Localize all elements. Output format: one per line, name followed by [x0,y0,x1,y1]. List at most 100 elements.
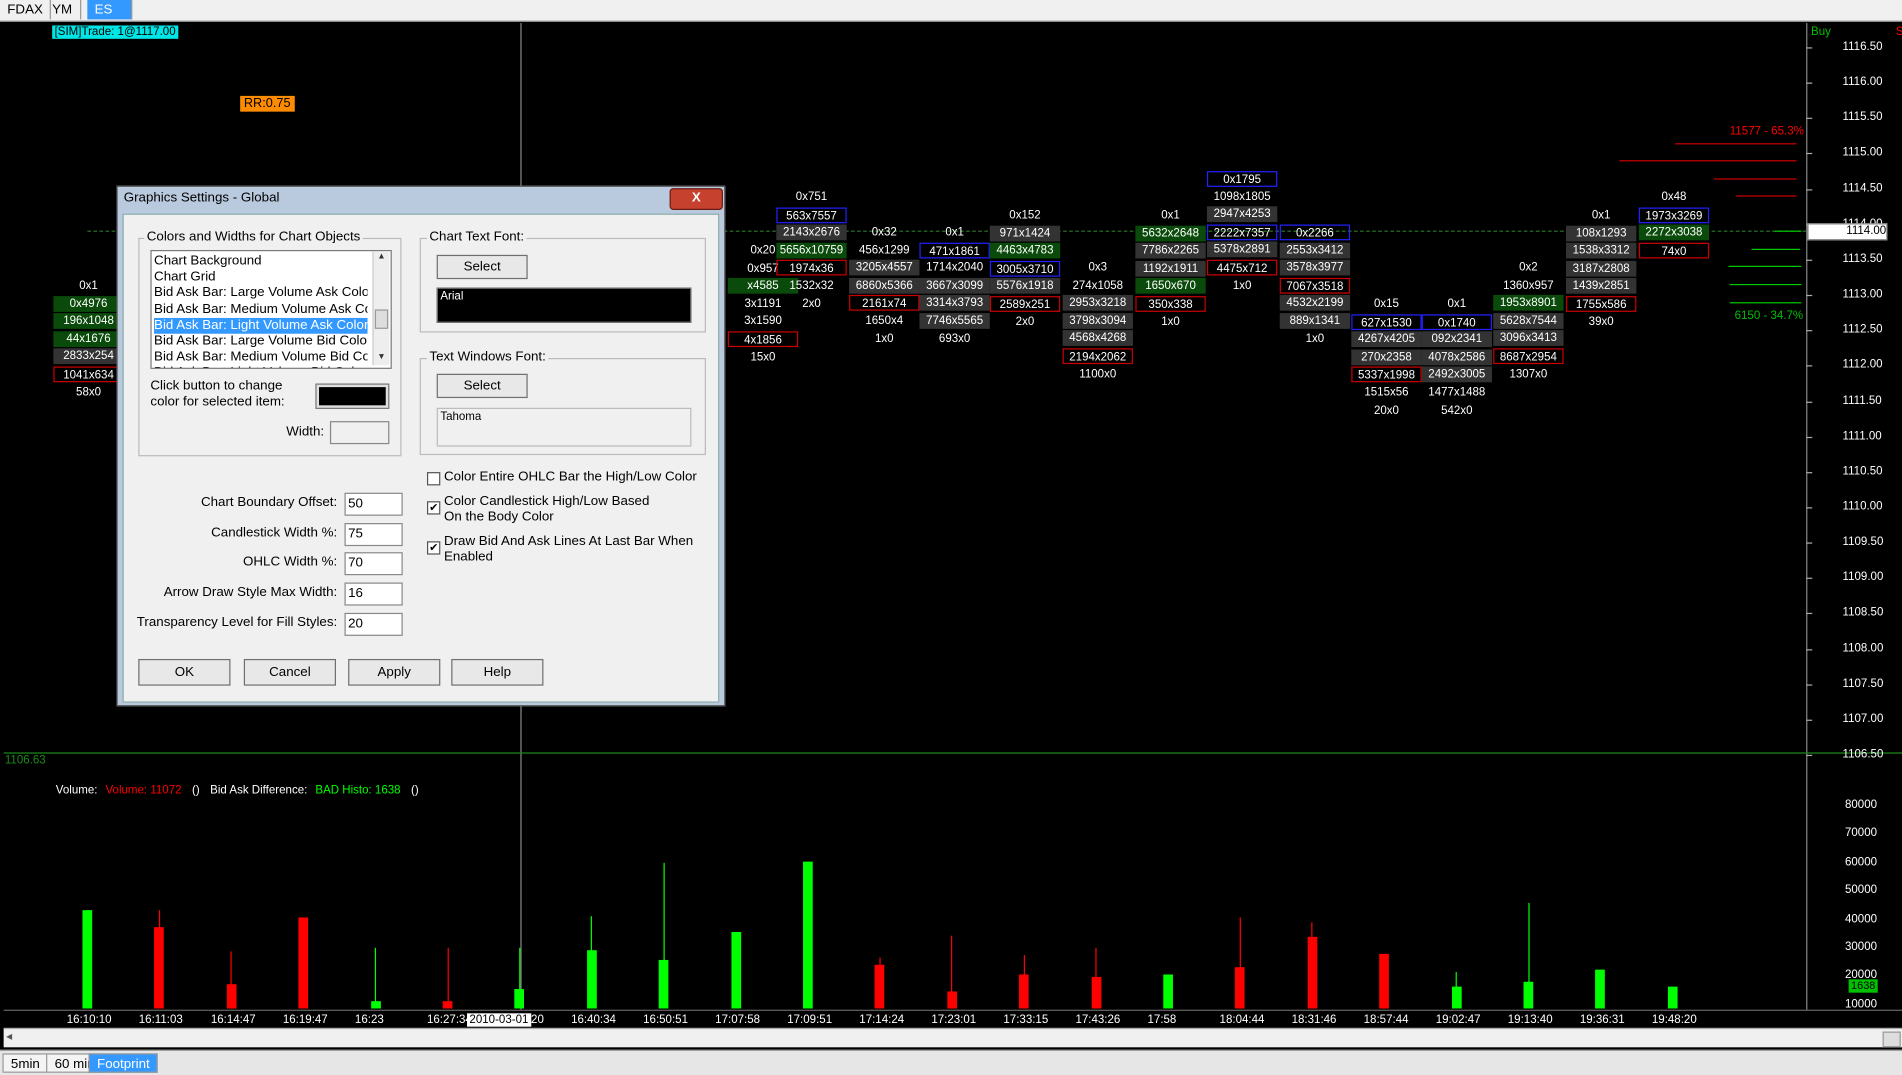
volume-bar [1307,936,1318,1009]
tab-ym[interactable]: YM [45,0,81,20]
chart-object-list-item[interactable]: Bid Ask Bar: Light Volume Ask Color [154,317,368,334]
cancel-button[interactable]: Cancel [243,658,337,686]
setting-input[interactable]: 75 [344,522,403,546]
chart-object-list[interactable]: Chart Background Chart Grid Bid Ask Bar: L… [150,249,392,369]
chart-font-select-button[interactable]: Select [436,254,528,280]
bid-level-line [1728,265,1802,267]
footprint-cell: 274x1058 [1072,278,1124,292]
draw-bid-ask-label-2: Enabled [443,549,493,565]
volume-bar [586,949,597,1009]
footprint-cell: 563x7557 [776,207,847,223]
price-tick-label: 1109.00 [1842,570,1884,585]
setting-label: Chart Boundary Offset: [200,495,338,510]
tab-footprint[interactable]: Footprint [88,1053,159,1073]
volume-bar [803,861,813,1009]
footprint-cell: 6860x5366 [849,277,920,294]
dialog-close-button[interactable]: X [669,188,723,210]
time-tick-label: 19:02:47 [1435,1013,1481,1027]
chart-object-list-item[interactable]: Bid Ask Bar: Medium Volume Ask Color [154,302,367,318]
price-tick-label: 1106.50 [1842,747,1884,761]
footprint-cell: 2194x2062 [1062,348,1133,365]
chart-object-list-item[interactable]: Bid Ask Bar: Large Volume Bid Color [154,334,367,350]
time-tick-label: 19:13:40 [1507,1013,1553,1027]
volume-bar [514,988,525,1009]
price-tick [1806,684,1813,686]
price-tick [1806,648,1813,650]
footprint-cell: 15x0 [750,350,776,364]
footprint-cell: 0x32 [871,225,897,240]
scrollbar-thumb[interactable] [1882,1031,1901,1048]
footprint-cell: 3578x3977 [1279,259,1351,276]
volume-tick-label: 10000 [1844,997,1878,1011]
price-tick-label: 1115.50 [1842,110,1883,125]
setting-input[interactable]: 16 [344,582,403,606]
footprint-cell: 5628x7544 [1493,312,1564,329]
tab-es[interactable]: ES [87,0,133,20]
setting-label: Transparency Level for Fill Styles: [136,615,338,630]
footprint-cell: 1532x32 [789,279,834,293]
volume-value: Volume: 11072 [105,783,182,798]
apply-button[interactable]: Apply [348,658,441,686]
color-candlestick-body-checkbox[interactable]: ✔ [426,501,441,515]
price-tick [1806,153,1813,155]
color-entire-ohlc-checkbox[interactable] [426,472,441,486]
draw-bid-ask-lines-checkbox[interactable]: ✔ [426,541,441,555]
volume-current-marker: 1638 [1848,979,1878,993]
price-tick-label: 1112.00 [1842,358,1883,372]
horizontal-scrollbar[interactable]: ◂ [3,1027,1902,1048]
price-tick [1806,613,1813,615]
dialog-body: Colors and Widths for Chart Objects Char… [122,213,720,703]
tab-5min[interactable]: 5min [2,1053,49,1073]
chart-object-list-item[interactable]: Bid Ask Bar: Light Volume Bid Color [154,366,367,368]
price-tick [1806,188,1813,191]
setting-input[interactable]: 70 [344,552,403,576]
footprint-cell: 0x152 [1009,208,1041,223]
setting-label: Arrow Draw Style Max Width: [163,585,338,600]
color-swatch-button[interactable] [315,383,390,409]
chart-object-list-item[interactable]: Chart Grid [154,270,367,286]
setting-label: OHLC Width %: [243,555,338,570]
footprint-cell: 0x15 [1373,297,1399,311]
footprint-cell: 2589x251 [989,296,1061,312]
footprint-cell: 20x0 [1373,403,1399,417]
time-tick-label: 16:19:47 [282,1013,328,1027]
buy-label: Buy [1811,25,1831,39]
volume-tick-label: 50000 [1844,883,1878,898]
volume-bar [1379,953,1390,1009]
list-scrollbar[interactable]: ▲ ▼ [372,251,390,366]
ok-button[interactable]: OK [138,658,231,686]
time-tick-label: 17:23:01 [931,1013,977,1027]
scroll-left-icon[interactable]: ◂ [6,1030,12,1043]
chart-object-list-item[interactable]: Chart Background [154,254,367,270]
price-tick [1806,577,1813,580]
volume-bar [226,983,237,1009]
pane-separator [3,752,1902,754]
click-hint-line1: Click button to change [150,378,283,394]
chart-object-list-item[interactable]: Bid Ask Bar: Large Volume Ask Color [154,286,367,302]
footprint-cell: 0x4976 [53,295,124,312]
help-button[interactable]: Help [451,658,544,686]
footprint-cell: 0x1 [1447,297,1467,311]
volume-wick [374,947,377,1009]
color-candlestick-label-1: Color Candlestick High/Low Based [443,493,650,509]
tab-fdax[interactable]: FDAX [0,0,52,20]
footprint-cell: 5656x10759 [776,242,847,259]
width-input[interactable] [329,421,390,445]
chart-object-list-item[interactable]: Bid Ask Bar: Medium Volume Bid Color [154,350,367,366]
price-tick-label: 1107.50 [1842,676,1884,691]
footprint-cell: 7786x2265 [1135,242,1206,259]
footprint-cell: 1650x670 [1135,278,1206,295]
footprint-cell: 2222x7357 [1206,224,1278,241]
bad-label: Bid Ask Difference: [210,783,308,798]
scroll-up-icon[interactable]: ▲ [377,252,385,260]
footprint-cell: 4532x2199 [1279,295,1351,312]
setting-input[interactable]: 20 [344,612,403,636]
scroll-down-icon[interactable]: ▼ [377,353,385,361]
trade-badge: [SIM]Trade: 1@1117.00 [52,25,179,39]
footprint-cell: 2x0 [1015,315,1035,329]
setting-input[interactable]: 50 [344,492,403,516]
text-font-select-button[interactable]: Select [436,373,528,399]
ask-level-line [1675,143,1797,145]
list-scrollbar-thumb[interactable] [374,309,389,329]
footprint-cell: 2553x3412 [1279,242,1351,258]
